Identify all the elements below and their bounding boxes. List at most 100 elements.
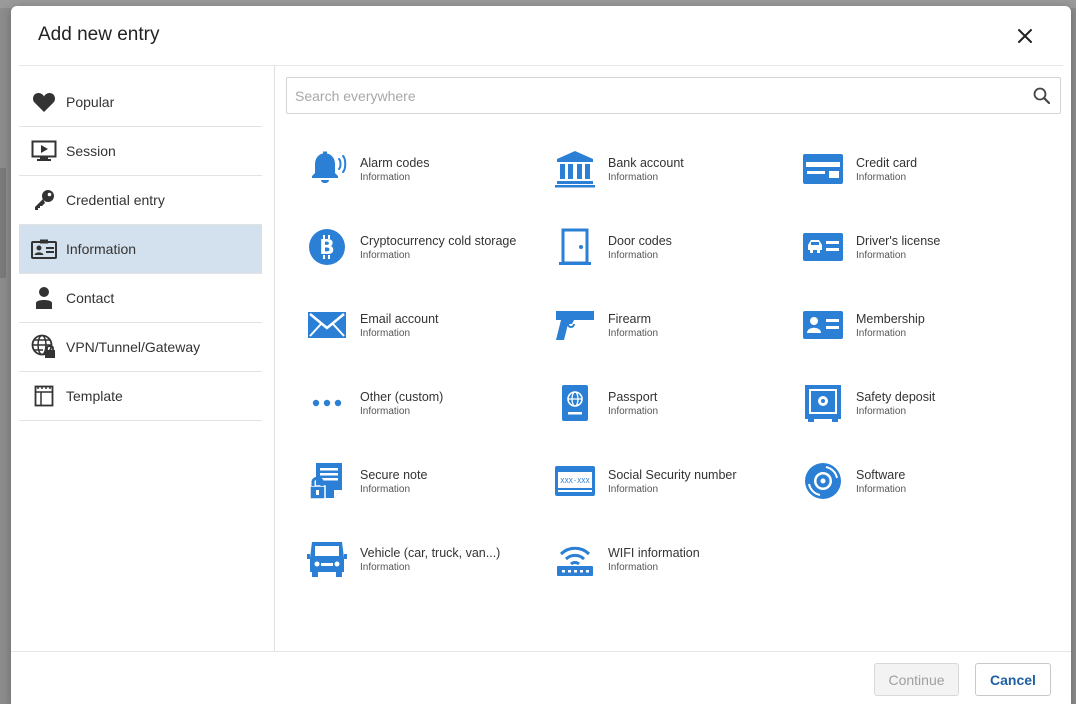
entry-category: Information [608, 172, 659, 183]
entry-tile-bank-account[interactable]: Bank account Information [554, 142, 794, 196]
entry-tile-passport[interactable]: Passport Information [554, 376, 794, 430]
entry-tile-firearm[interactable]: Firearm Information [554, 298, 794, 352]
entry-category: Information [856, 406, 907, 417]
entry-tile-wifi[interactable]: WIFI information Information [554, 532, 794, 586]
entry-name: Bank account [608, 156, 684, 170]
category-sidebar: Popular Session Credential entry Informa… [11, 66, 275, 651]
close-icon [1018, 29, 1032, 43]
entry-category: Information [360, 406, 411, 417]
entry-name: Email account [360, 312, 439, 326]
alarm-bell-icon [306, 150, 348, 188]
key-icon [31, 187, 57, 213]
dialog-header: Add new entry [11, 6, 1071, 66]
sidebar-item-vpn[interactable]: VPN/Tunnel/Gateway [19, 323, 262, 372]
entry-name: Membership [856, 312, 925, 326]
cancel-button[interactable]: Cancel [975, 663, 1051, 696]
entry-tile-alarm-codes[interactable]: Alarm codes Information [306, 142, 546, 196]
template-icon [31, 383, 57, 409]
entry-category: Information [608, 406, 659, 417]
secure-note-icon [306, 462, 348, 500]
dialog-title: Add new entry [38, 24, 160, 45]
search-box [286, 77, 1061, 114]
entry-name: Secure note [360, 468, 428, 482]
svg-text:XXX-XXX: XXX-XXX [560, 477, 590, 485]
vehicle-icon [306, 540, 348, 578]
footer-divider [11, 651, 1071, 652]
entry-tile-vehicle[interactable]: Vehicle (car, truck, van...) Information [306, 532, 546, 586]
passport-icon [554, 384, 596, 422]
entry-name: Vehicle (car, truck, van...) [360, 546, 501, 560]
entry-tile-membership[interactable]: Membership Information [802, 298, 1042, 352]
entry-name: Cryptocurrency cold storage [360, 234, 517, 248]
membership-card-icon [802, 306, 844, 344]
credit-card-icon [802, 150, 844, 188]
entry-name: Driver's license [856, 234, 941, 248]
envelope-icon [306, 306, 348, 344]
entry-name: Credit card [856, 156, 918, 170]
entry-name: Door codes [608, 234, 672, 248]
entry-name: Passport [608, 390, 658, 404]
entry-name: Firearm [608, 312, 652, 326]
ellipsis-icon [306, 384, 348, 422]
entry-category: Information [608, 250, 659, 261]
id-card-icon [31, 236, 57, 262]
sidebar-item-template[interactable]: Template [19, 372, 262, 421]
entry-category: Information [360, 484, 411, 495]
software-disc-icon [802, 462, 844, 500]
entry-name: Alarm codes [360, 156, 430, 170]
sidebar-item-label: Contact [66, 290, 115, 306]
sidebar-item-contact[interactable]: Contact [19, 274, 262, 323]
entry-category: Information [360, 172, 411, 183]
drivers-license-icon [802, 228, 844, 266]
entry-category: Information [856, 328, 907, 339]
entry-category: Information [856, 172, 907, 183]
entry-tile-drivers-license[interactable]: Driver's license Information [802, 220, 1042, 274]
entry-type-panel: Alarm codes Information Bank account Inf… [276, 66, 1071, 651]
sidebar-item-session[interactable]: Session [19, 127, 262, 176]
door-icon [554, 228, 596, 266]
bitcoin-icon: B [306, 228, 348, 266]
wifi-router-icon [554, 540, 596, 578]
background-tab [0, 168, 6, 278]
entry-tile-other-custom[interactable]: Other (custom) Information [306, 376, 546, 430]
close-button[interactable] [1011, 22, 1039, 50]
entry-category: Information [360, 562, 411, 573]
sidebar-item-label: Information [66, 241, 137, 257]
entry-tile-cryptocurrency[interactable]: B Cryptocurrency cold storage Informatio… [306, 220, 546, 274]
sidebar-item-credential-entry[interactable]: Credential entry [19, 176, 262, 225]
entry-category: Information [608, 484, 659, 495]
firearm-icon [554, 306, 596, 344]
sidebar-item-label: Template [66, 388, 123, 404]
continue-button[interactable]: Continue [874, 663, 959, 696]
entry-name: WIFI information [608, 546, 700, 560]
entry-tile-email-account[interactable]: Email account Information [306, 298, 546, 352]
heart-icon [31, 89, 57, 115]
entry-name: Safety deposit [856, 390, 936, 404]
entry-category: Information [360, 250, 411, 261]
entry-category: Information [608, 562, 659, 573]
entry-tile-social-security[interactable]: XXX-XXX Social Security number Informati… [554, 454, 794, 508]
entry-tile-software[interactable]: Software Information [802, 454, 1042, 508]
search-input[interactable] [295, 78, 1015, 113]
globe-lock-icon [31, 334, 57, 360]
entry-tile-safety-deposit[interactable]: Safety deposit Information [802, 376, 1042, 430]
entry-category: Information [608, 328, 659, 339]
sidebar-item-label: Session [66, 143, 116, 159]
monitor-play-icon [31, 138, 57, 164]
ssn-card-icon: XXX-XXX [554, 462, 596, 500]
sidebar-item-label: VPN/Tunnel/Gateway [66, 339, 201, 355]
entry-category: Information [856, 250, 907, 261]
entry-tile-door-codes[interactable]: Door codes Information [554, 220, 794, 274]
entry-tile-credit-card[interactable]: Credit card Information [802, 142, 1042, 196]
sidebar-item-popular[interactable]: Popular [19, 78, 262, 127]
add-entry-dialog: Add new entry Popular Session Credential… [11, 6, 1071, 704]
entry-name: Other (custom) [360, 390, 444, 404]
search-icon[interactable] [1032, 86, 1052, 106]
sidebar-item-label: Popular [66, 94, 115, 110]
entry-tile-secure-note[interactable]: Secure note Information [306, 454, 546, 508]
bank-icon [554, 150, 596, 188]
entry-name: Social Security number [608, 468, 737, 482]
sidebar-item-label: Credential entry [66, 192, 165, 208]
entry-category: Information [856, 484, 907, 495]
sidebar-item-information[interactable]: Information [19, 225, 262, 274]
